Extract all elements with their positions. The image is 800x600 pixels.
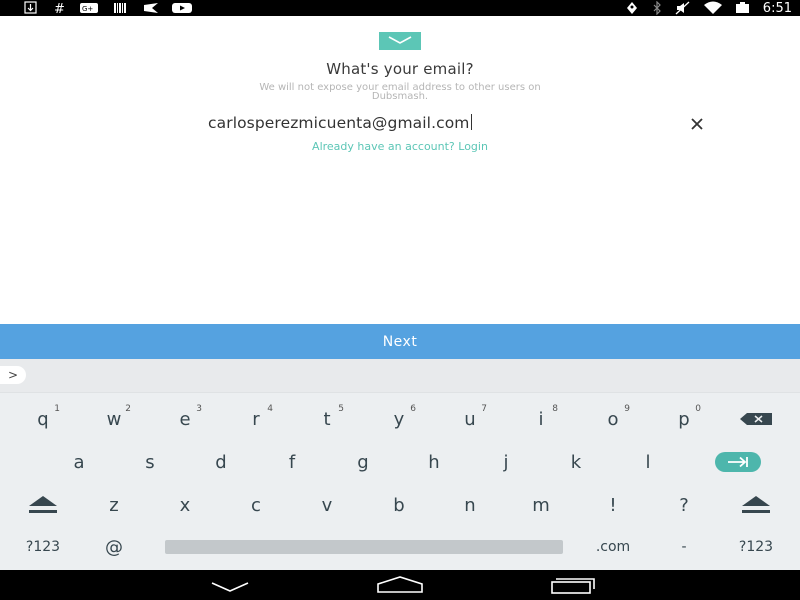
key-hint: 0 — [695, 404, 701, 414]
key-question[interactable]: ? — [649, 484, 719, 526]
shift-key-right[interactable] — [721, 484, 791, 526]
key-a[interactable]: a — [44, 441, 114, 483]
suggestion-strip: > — [0, 359, 800, 392]
svg-text:#: # — [54, 2, 65, 15]
key-hint: 9 — [624, 404, 630, 414]
key-hint: 1 — [54, 404, 60, 414]
battery-icon — [735, 2, 749, 13]
key-label: u — [464, 408, 476, 430]
suggestion-expand-button[interactable]: > — [0, 366, 26, 384]
key-hint: 8 — [552, 404, 558, 414]
shift-icon — [29, 496, 57, 513]
email-field[interactable]: carlosperezmicuenta@gmail.com — [208, 114, 588, 134]
backspace-key[interactable] — [721, 398, 791, 440]
dash-key[interactable]: - — [649, 526, 719, 568]
back-icon[interactable] — [210, 579, 250, 593]
dotcom-key[interactable]: .com — [578, 526, 648, 568]
key-at[interactable]: @ — [79, 526, 149, 568]
symbols-key-right[interactable]: ?123 — [721, 526, 791, 568]
hash-icon: # — [54, 2, 65, 15]
svg-text:G+: G+ — [82, 5, 93, 13]
key-n[interactable]: n — [435, 484, 505, 526]
shift-icon — [742, 496, 770, 513]
shift-key-left[interactable] — [8, 484, 78, 526]
status-bar: # G+ 6:51 — [0, 0, 800, 16]
key-label: t — [323, 408, 331, 430]
key-label: q — [37, 408, 49, 430]
key-q[interactable]: q1 — [8, 398, 78, 440]
wifi-icon — [703, 1, 722, 14]
key-s[interactable]: s — [115, 441, 185, 483]
google-plus-icon: G+ — [80, 3, 98, 13]
page-title: What's your email? — [326, 60, 474, 78]
key-o[interactable]: o9 — [578, 398, 648, 440]
privacy-subtitle: We will not expose your email address to… — [259, 82, 541, 102]
key-label: o — [607, 408, 619, 430]
key-k[interactable]: k — [541, 441, 611, 483]
key-hint: 5 — [338, 404, 344, 414]
mute-icon — [675, 1, 690, 15]
key-hint: 7 — [481, 404, 487, 414]
key-r[interactable]: r4 — [221, 398, 291, 440]
download-icon — [24, 1, 37, 14]
youtube-icon — [172, 3, 192, 13]
clock: 6:51 — [762, 0, 792, 16]
key-label: r — [252, 408, 260, 430]
space-bar[interactable] — [165, 540, 563, 554]
key-b[interactable]: b — [364, 484, 434, 526]
key-p[interactable]: p0 — [649, 398, 719, 440]
status-bar-system-icons: 6:51 — [625, 0, 792, 16]
key-e[interactable]: e3 — [150, 398, 220, 440]
next-button[interactable]: Next — [0, 324, 800, 359]
email-value: carlosperezmicuenta@gmail.com — [208, 114, 470, 132]
key-label: y — [393, 408, 405, 430]
key-label: w — [106, 408, 122, 430]
clear-icon[interactable] — [688, 115, 706, 133]
symbols-key-left[interactable]: ?123 — [8, 526, 78, 568]
key-y[interactable]: y6 — [364, 398, 434, 440]
key-c[interactable]: c — [221, 484, 291, 526]
key-hint: 2 — [125, 404, 131, 414]
keyboard: q1 w2 e3 r4 t5 y6 u7 i8 o9 p0 a s d f g … — [0, 392, 800, 570]
mail-icon — [379, 32, 421, 50]
key-z[interactable]: z — [79, 484, 149, 526]
recents-icon[interactable] — [548, 575, 596, 595]
key-u[interactable]: u7 — [435, 398, 505, 440]
key-g[interactable]: g — [328, 441, 398, 483]
key-d[interactable]: d — [186, 441, 256, 483]
barcode-icon — [114, 3, 126, 13]
bluetooth-icon — [653, 1, 661, 15]
location-icon — [626, 2, 637, 14]
key-t[interactable]: t5 — [292, 398, 362, 440]
key-l[interactable]: l — [613, 441, 683, 483]
key-hint: 6 — [410, 404, 416, 414]
key-label: e — [179, 408, 191, 430]
navigation-bar — [0, 570, 800, 600]
key-label: i — [538, 408, 544, 430]
status-bar-notification-icons: # G+ — [16, 1, 198, 15]
key-f[interactable]: f — [257, 441, 327, 483]
key-h[interactable]: h — [399, 441, 469, 483]
key-v[interactable]: v — [292, 484, 362, 526]
enter-key[interactable] — [703, 441, 773, 483]
key-x[interactable]: x — [150, 484, 220, 526]
key-hint: 3 — [196, 404, 202, 414]
key-w[interactable]: w2 — [79, 398, 149, 440]
key-i[interactable]: i8 — [506, 398, 576, 440]
key-j[interactable]: j — [471, 441, 541, 483]
key-label: p — [678, 408, 690, 430]
backspace-icon — [740, 413, 772, 425]
email-form: What's your email? We will not expose yo… — [0, 16, 800, 324]
text-caret — [470, 114, 472, 130]
plane-icon — [144, 3, 158, 13]
key-hint: 4 — [267, 404, 273, 414]
login-link[interactable]: Already have an account? Login — [0, 140, 800, 153]
next-field-icon — [715, 452, 761, 472]
key-exclamation[interactable]: ! — [578, 484, 648, 526]
home-icon[interactable] — [376, 576, 424, 594]
key-m[interactable]: m — [506, 484, 576, 526]
